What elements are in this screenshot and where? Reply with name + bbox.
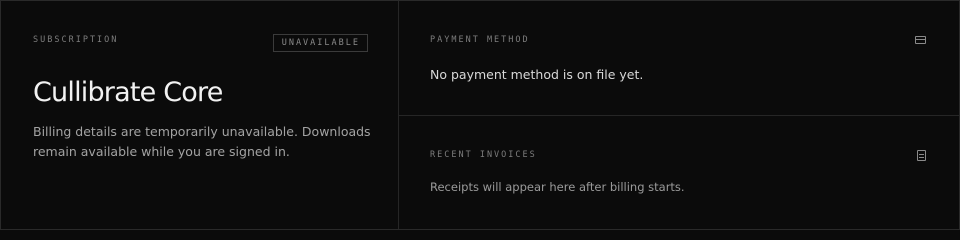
- payment-method-message: No payment method is on file yet.: [430, 67, 644, 82]
- recent-invoices-message: Receipts will appear here after billing …: [430, 180, 685, 194]
- subscription-panel: SUBSCRIPTION UNAVAILABLE Cullibrate Core…: [1, 1, 399, 229]
- billing-card: SUBSCRIPTION UNAVAILABLE Cullibrate Core…: [0, 0, 960, 230]
- subscription-description: Billing details are temporarily unavaila…: [33, 124, 371, 159]
- payment-method-eyebrow: PAYMENT METHOD: [430, 35, 530, 45]
- credit-card-icon: [915, 36, 926, 44]
- status-badge: UNAVAILABLE: [272, 34, 368, 52]
- recent-invoices-eyebrow: RECENT INVOICES: [430, 150, 537, 160]
- plan-title: Cullibrate Core: [33, 77, 223, 108]
- details-column: PAYMENT METHOD No payment method is on f…: [399, 1, 959, 229]
- subscription-eyebrow: SUBSCRIPTION: [33, 35, 119, 45]
- payment-method-panel: PAYMENT METHOD No payment method is on f…: [399, 1, 959, 116]
- document-icon: [917, 150, 926, 161]
- recent-invoices-panel: RECENT INVOICES Receipts will appear her…: [399, 116, 959, 229]
